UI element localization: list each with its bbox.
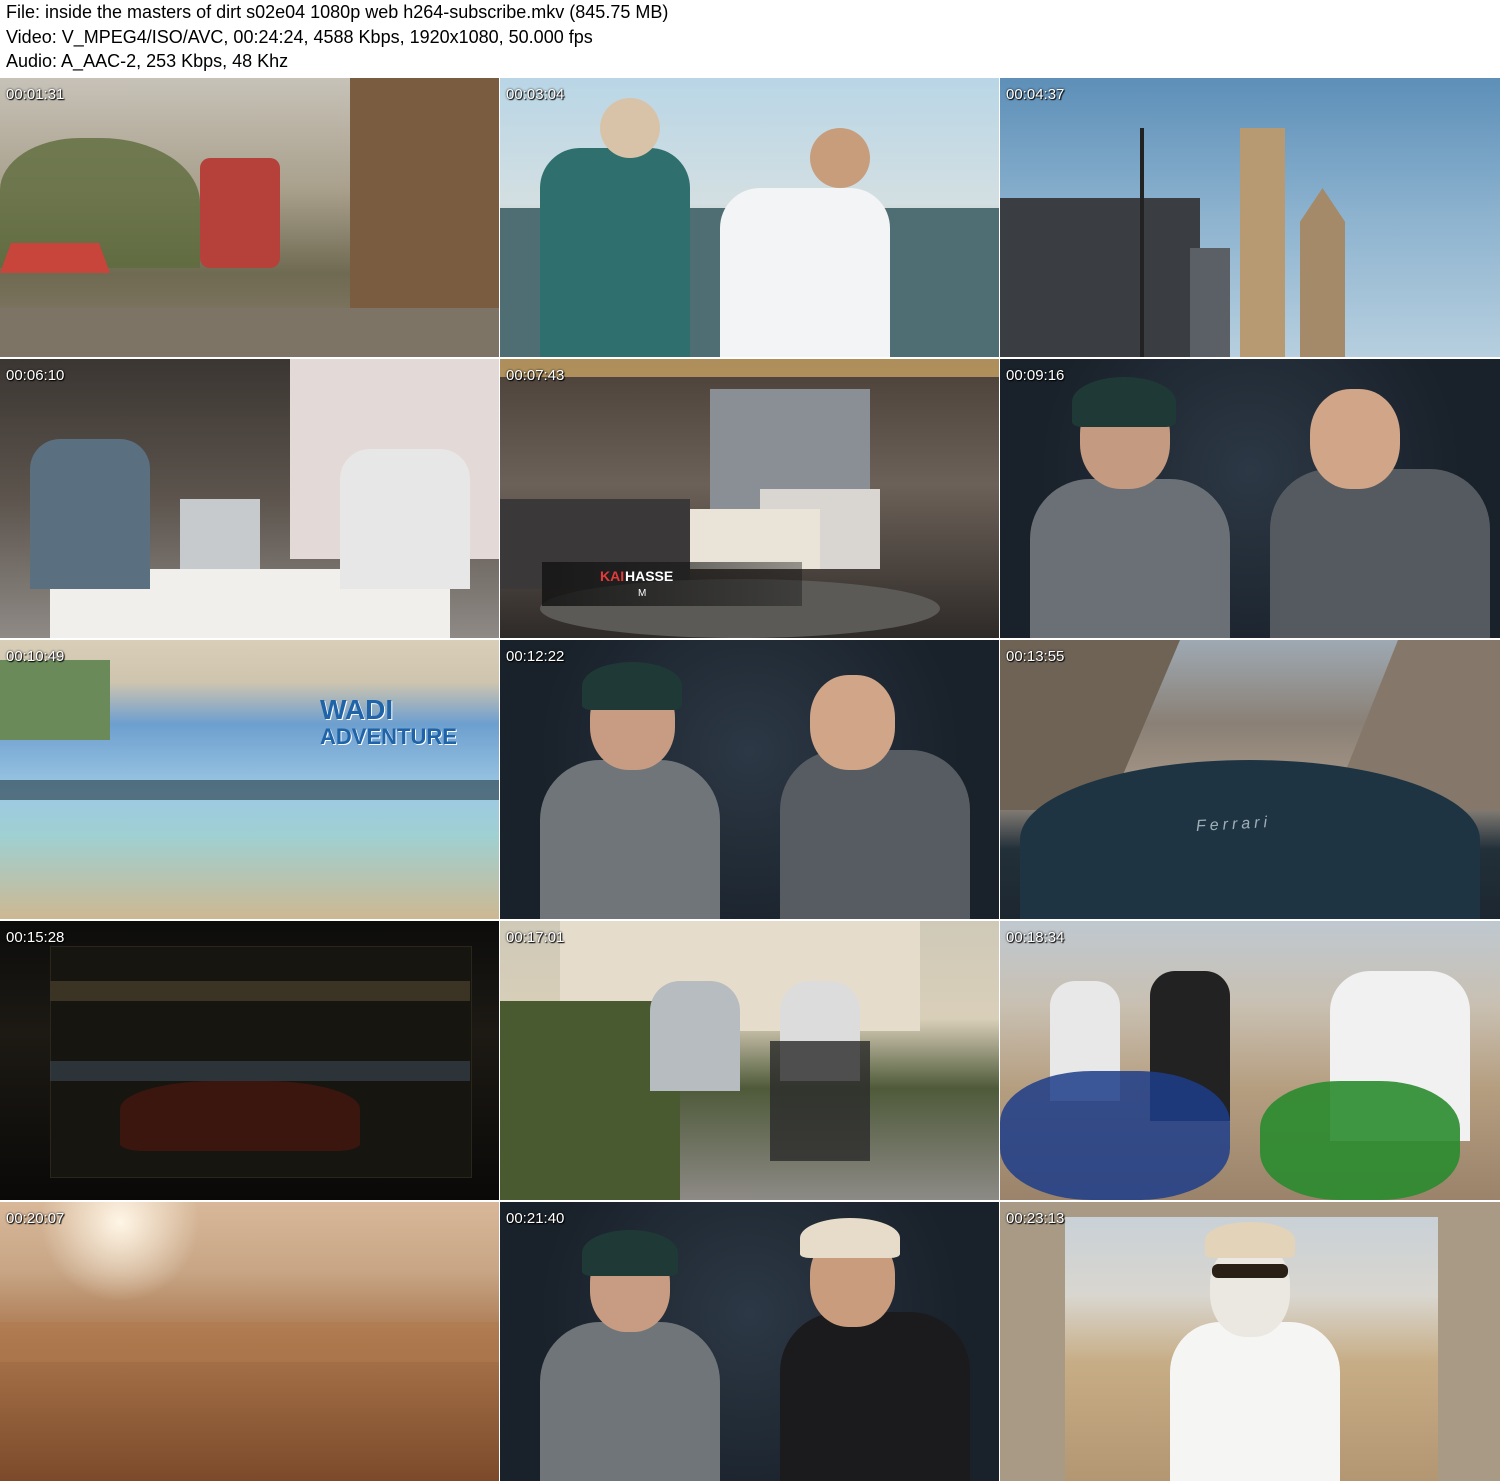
timestamp: 00:21:40 bbox=[506, 1210, 565, 1227]
thumbnail-6: 00:09:16 bbox=[1000, 359, 1500, 638]
thumbnail-11: 00:17:01 bbox=[500, 921, 999, 1200]
thumbnail-3: 00:04:37 bbox=[1000, 78, 1500, 357]
timestamp: 00:10:49 bbox=[6, 648, 65, 665]
name-lower-third: KAI HASSE M bbox=[542, 562, 802, 606]
timestamp: 00:15:28 bbox=[6, 929, 65, 946]
thumbnail-13: 00:20:07 bbox=[0, 1202, 499, 1481]
thumbnail-10: 00:15:28 bbox=[0, 921, 499, 1200]
timestamp: 00:17:01 bbox=[506, 929, 565, 946]
timestamp: 00:09:16 bbox=[1006, 367, 1065, 384]
timestamp: 00:01:31 bbox=[6, 86, 65, 103]
lower-third-last-name: HASSE bbox=[625, 568, 674, 584]
sign-line-1: WADI bbox=[320, 694, 394, 725]
thumbnail-8: 00:12:22 bbox=[500, 640, 999, 919]
timestamp: 00:03:04 bbox=[506, 86, 565, 103]
thumbnail-4: 00:06:10 bbox=[0, 359, 499, 638]
thumbnail-1: 00:01:31 bbox=[0, 78, 499, 357]
thumbnail-9: Ferrari 00:13:55 bbox=[1000, 640, 1500, 919]
file-info-header: File: inside the masters of dirt s02e04 … bbox=[0, 0, 1500, 78]
file-info-line: File: inside the masters of dirt s02e04 … bbox=[6, 2, 669, 22]
video-info-line: Video: V_MPEG4/ISO/AVC, 00:24:24, 4588 K… bbox=[6, 26, 593, 47]
sign-line-2: ADVENTURE bbox=[320, 724, 457, 749]
thumbnail-15: 00:23:13 bbox=[1000, 1202, 1500, 1481]
timestamp: 00:06:10 bbox=[6, 367, 65, 384]
timestamp: 00:20:07 bbox=[6, 1210, 65, 1227]
thumbnail-12: 00:18:34 bbox=[1000, 921, 1500, 1200]
timestamp: 00:18:34 bbox=[1006, 929, 1065, 946]
thumbnail-grid: 00:01:31 00:03:04 00:04:37 00:06:10 KAI … bbox=[0, 78, 1500, 1483]
timestamp: 00:07:43 bbox=[506, 367, 565, 384]
timestamp: 00:04:37 bbox=[1006, 86, 1065, 103]
timestamp: 00:23:13 bbox=[1006, 1210, 1065, 1227]
thumbnail-2: 00:03:04 bbox=[500, 78, 999, 357]
wadi-adventure-sign: WADI ADVENTURE bbox=[320, 696, 457, 750]
thumbnail-5: KAI HASSE M 00:07:43 bbox=[500, 359, 999, 638]
thumbnail-7: WADI ADVENTURE 00:10:49 bbox=[0, 640, 499, 919]
timestamp: 00:13:55 bbox=[1006, 648, 1065, 665]
lower-third-role: M bbox=[638, 588, 647, 599]
lower-third-first-name: KAI bbox=[600, 568, 625, 584]
audio-info-line: Audio: A_AAC-2, 253 Kbps, 48 Khz bbox=[6, 51, 289, 71]
timestamp: 00:12:22 bbox=[506, 648, 565, 665]
thumbnail-14: 00:21:40 bbox=[500, 1202, 999, 1481]
